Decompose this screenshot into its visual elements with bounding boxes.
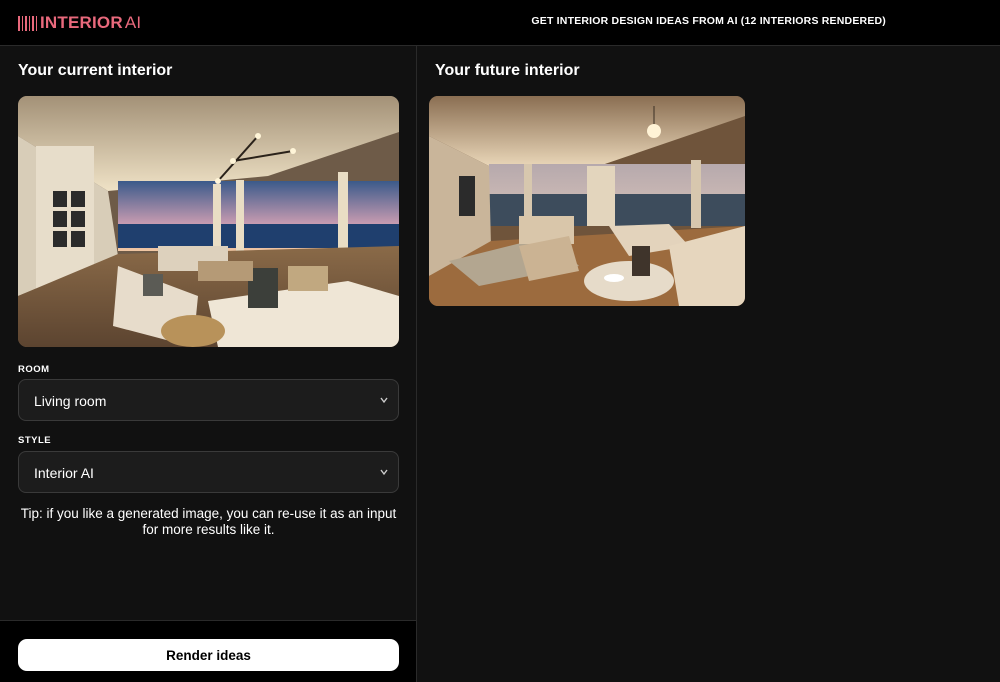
chevron-down-icon <box>380 469 388 476</box>
current-interior-image[interactable] <box>18 96 399 347</box>
header-title: GET INTERIOR DESIGN IDEAS FROM AI (12 IN… <box>531 15 886 27</box>
left-panel: Your current interior ROOM Living room S… <box>0 46 417 682</box>
right-panel: Your future interior <box>417 46 1000 682</box>
future-interior-title: Your future interior <box>435 62 580 79</box>
generated-interior-image[interactable] <box>429 96 745 306</box>
room-select[interactable]: Living room <box>18 379 399 421</box>
style-select[interactable]: Interior AI <box>18 451 399 493</box>
logo-bars-icon <box>18 15 37 31</box>
current-interior-title: Your current interior <box>18 62 173 79</box>
top-bar: INTERIOR AI GET INTERIOR DESIGN IDEAS FRO… <box>0 0 1000 46</box>
room-label: ROOM <box>18 364 50 375</box>
style-label: STYLE <box>18 435 52 446</box>
logo-text: INTERIOR AI <box>40 13 142 32</box>
left-footer: Render ideas <box>0 620 416 682</box>
logo[interactable]: INTERIOR AI <box>18 12 141 34</box>
tip-text: Tip: if you like a generated image, you … <box>20 506 397 537</box>
chevron-down-icon <box>380 397 388 404</box>
style-select-value: Interior AI <box>34 465 94 481</box>
render-ideas-button[interactable]: Render ideas <box>18 639 399 671</box>
room-select-value: Living room <box>34 393 107 409</box>
